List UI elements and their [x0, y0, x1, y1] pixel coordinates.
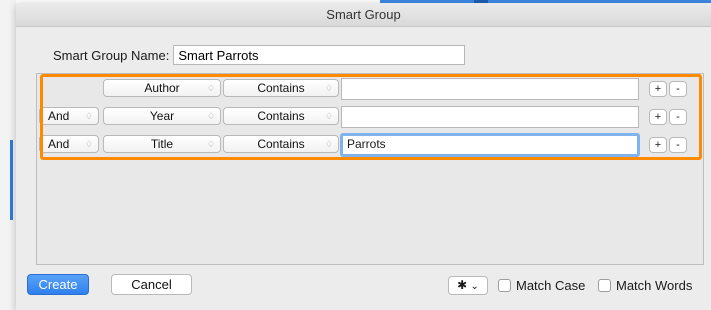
field-popup-label: Title	[150, 137, 174, 151]
match-case-checkbox[interactable]: Match Case	[498, 278, 585, 293]
chevron-down-icon: ⌄	[470, 281, 479, 292]
create-button[interactable]: Create	[27, 274, 89, 295]
background-selection-bar	[10, 140, 13, 220]
remove-rule-button[interactable]: -	[669, 109, 687, 125]
match-words-label: Match Words	[616, 278, 693, 293]
operator-popup-label: Contains	[257, 137, 305, 151]
updown-arrows-icon: ♢	[324, 111, 333, 121]
rule-row: Author ♢ Contains ♢ + -	[16, 78, 711, 100]
conjunction-popup[interactable]: And ♢	[39, 135, 99, 153]
remove-rule-button[interactable]: -	[669, 137, 687, 153]
add-rule-button[interactable]: +	[649, 109, 667, 125]
updown-arrows-icon: ♢	[206, 139, 215, 149]
checkbox-box[interactable]	[598, 279, 611, 292]
conjunction-label: And	[48, 109, 70, 123]
field-popup-label: Author	[144, 81, 180, 95]
updown-arrows-icon: ♢	[324, 83, 333, 93]
operator-popup-label: Contains	[257, 109, 305, 123]
rule-row: And ♢ Title ♢ Contains ♢ Parrots + -	[16, 133, 711, 157]
add-rule-button[interactable]: +	[649, 81, 667, 97]
match-case-label: Match Case	[516, 278, 586, 293]
background-window-left	[0, 0, 16, 310]
value-input-focused[interactable]: Parrots	[340, 133, 640, 157]
add-rule-button[interactable]: +	[649, 137, 667, 153]
updown-arrows-icon: ♢	[84, 111, 93, 121]
operator-popup[interactable]: Contains ♢	[223, 135, 339, 153]
dialog-title: Smart Group	[16, 3, 711, 27]
value-input[interactable]	[341, 78, 639, 100]
updown-arrows-icon: ♢	[206, 111, 215, 121]
rules-area	[36, 73, 704, 265]
field-popup-label: Year	[149, 109, 175, 123]
field-popup[interactable]: Title ♢	[103, 135, 221, 153]
conjunction-popup[interactable]: And ♢	[39, 107, 99, 125]
field-popup[interactable]: Year ♢	[103, 107, 221, 125]
smart-group-name-label: Smart Group Name:	[53, 47, 170, 63]
value-input[interactable]	[341, 106, 639, 128]
conjunction-label: And	[48, 137, 70, 151]
checkbox-box[interactable]	[498, 279, 511, 292]
updown-arrows-icon: ♢	[206, 83, 215, 93]
match-words-checkbox[interactable]: Match Words	[598, 278, 692, 293]
dialog-footer: Create Cancel ✱ ⌄ Match Case Match Words	[16, 274, 711, 298]
operator-popup[interactable]: Contains ♢	[223, 107, 339, 125]
gear-icon: ✱	[457, 278, 468, 292]
gear-menu-button[interactable]: ✱ ⌄	[448, 276, 488, 295]
updown-arrows-icon: ♢	[324, 139, 333, 149]
operator-popup[interactable]: Contains ♢	[223, 79, 339, 97]
remove-rule-button[interactable]: -	[669, 81, 687, 97]
updown-arrows-icon: ♢	[84, 139, 93, 149]
smart-group-name-input[interactable]	[173, 45, 466, 65]
name-row: Smart Group Name:	[53, 44, 466, 66]
smart-group-dialog: Smart Group Smart Group Name: Author ♢ C…	[16, 3, 711, 310]
operator-popup-label: Contains	[257, 81, 305, 95]
cancel-button[interactable]: Cancel	[111, 274, 192, 295]
rule-row: And ♢ Year ♢ Contains ♢ + -	[16, 106, 711, 128]
field-popup[interactable]: Author ♢	[103, 79, 221, 97]
